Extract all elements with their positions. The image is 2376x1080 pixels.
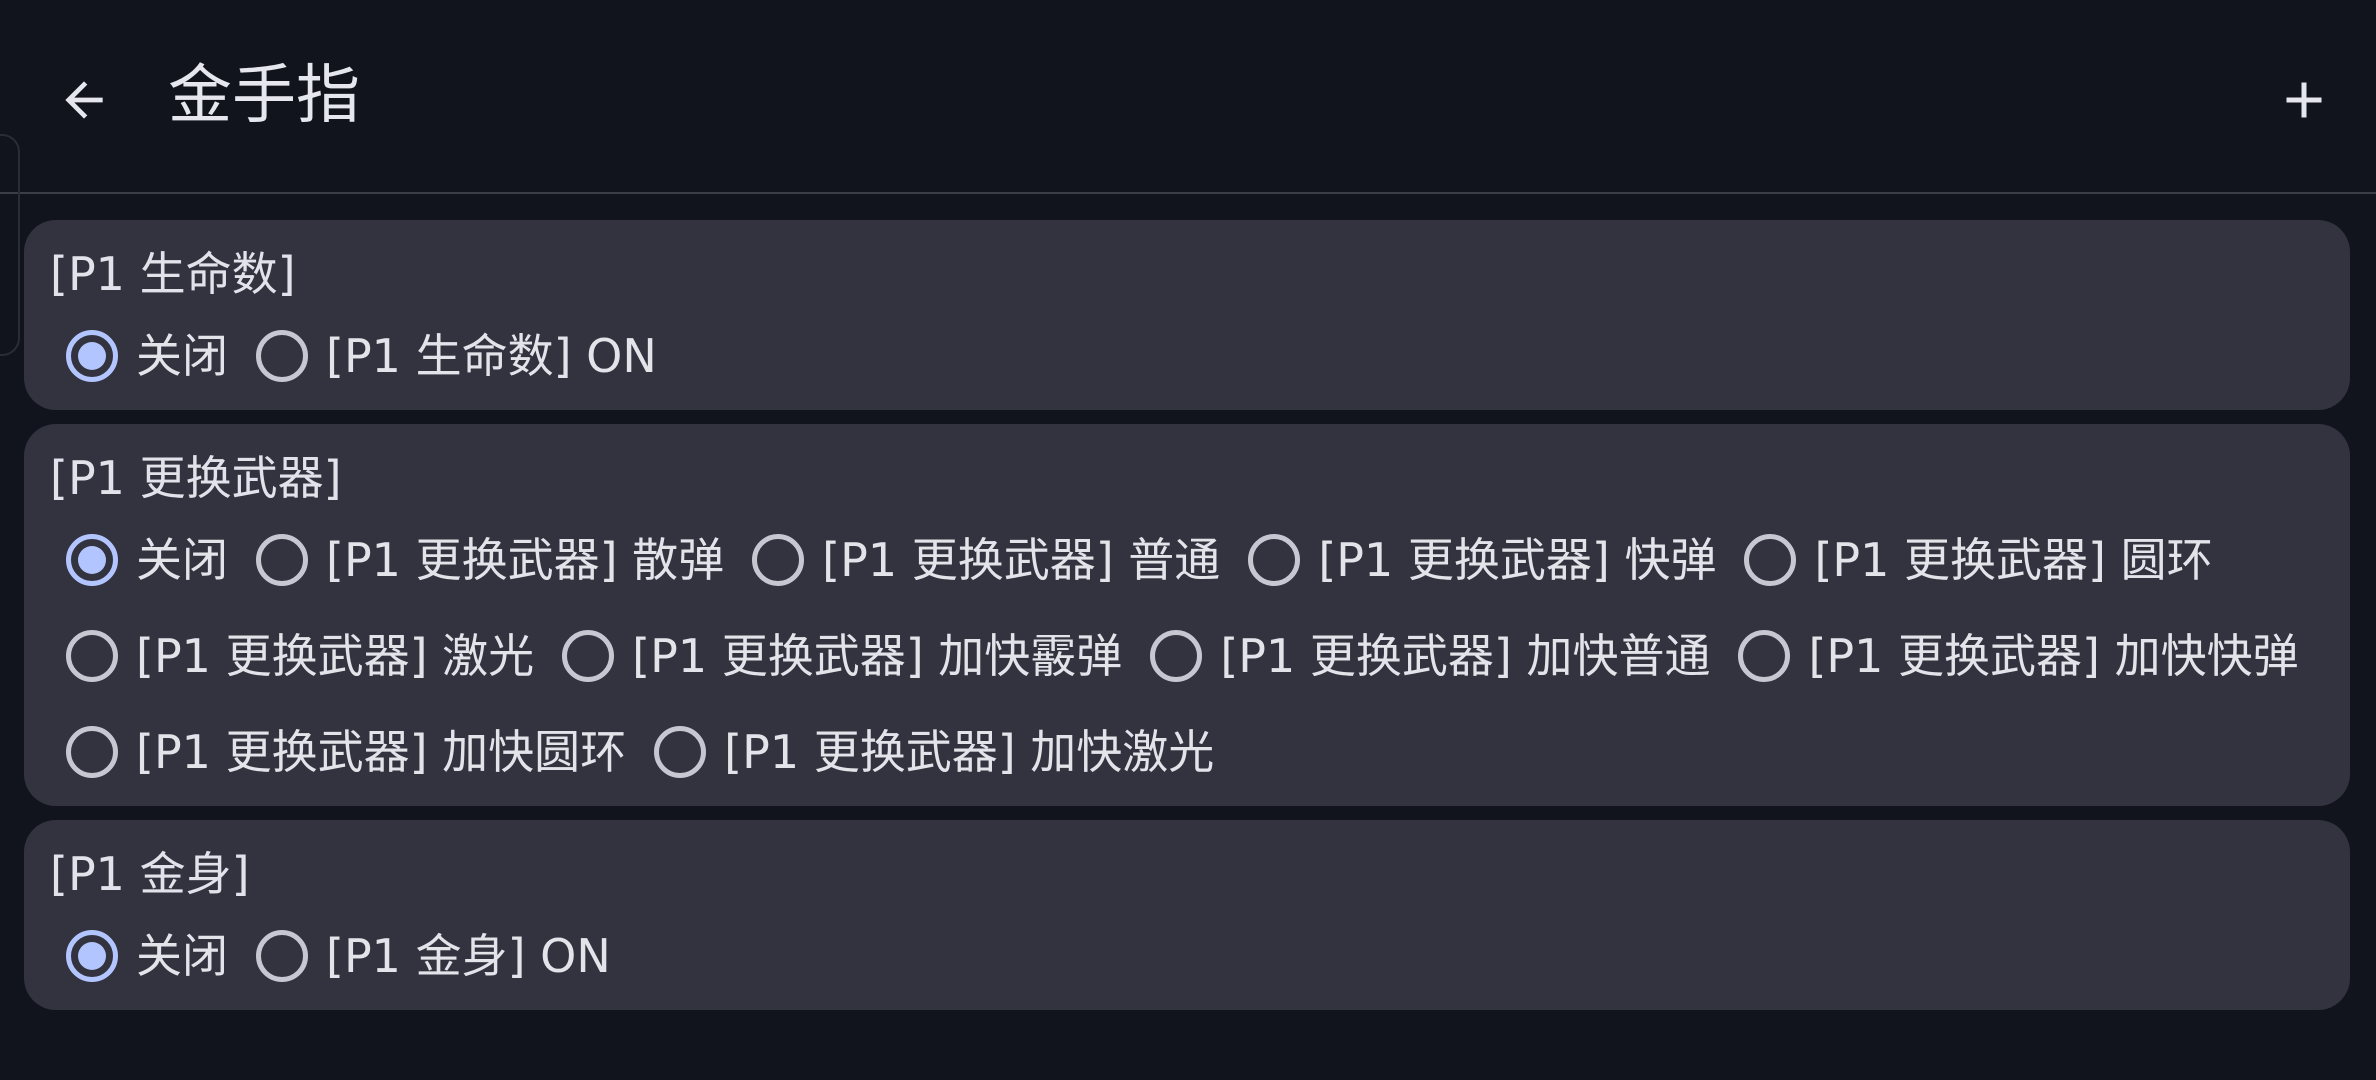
- cheat-options-radio-group: 关闭 [P1 生命数] ON: [50, 320, 2324, 392]
- cheat-title: [P1 更换武器]: [50, 451, 342, 505]
- cheat-option-label: [P1 更换武器] 加快激光: [724, 725, 1215, 779]
- add-cheat-button[interactable]: [2256, 52, 2352, 148]
- cheat-option-radio[interactable]: [P1 更换武器] 普通: [752, 524, 1220, 596]
- radio-unchecked-icon[interactable]: [256, 330, 308, 382]
- cheat-option-radio[interactable]: [P1 更换武器] 散弹: [256, 524, 724, 596]
- radio-checked-icon[interactable]: [66, 930, 118, 982]
- cheat-option-label: [P1 更换武器] 圆环: [1814, 533, 2213, 587]
- cheat-option-label: [P1 更换武器] 普通: [822, 533, 1221, 587]
- cheat-option-radio[interactable]: [P1 更换武器] 加快激光: [654, 716, 1214, 788]
- cheat-option-label: [P1 更换武器] 加快快弹: [1808, 629, 2299, 683]
- radio-dot: [78, 942, 106, 970]
- arrow-back-icon: [65, 81, 103, 119]
- cheat-option-radio[interactable]: [P1 金身] ON: [256, 920, 611, 992]
- cheat-option-label: [P1 生命数] ON: [326, 329, 657, 383]
- cheat-option-radio[interactable]: 关闭: [66, 320, 228, 392]
- cheat-option-radio[interactable]: [P1 更换武器] 加快霰弹: [562, 620, 1122, 692]
- cheat-title: [P1 生命数]: [50, 247, 296, 301]
- cheat-option-radio[interactable]: [P1 更换武器] 快弹: [1248, 524, 1716, 596]
- cheat-option-label: [P1 更换武器] 激光: [136, 629, 535, 683]
- cheat-option-radio[interactable]: [P1 更换武器] 激光: [66, 620, 534, 692]
- radio-unchecked-icon[interactable]: [654, 726, 707, 778]
- cheat-option-label: 关闭: [136, 329, 228, 383]
- cheat-option-label: [P1 金身] ON: [326, 929, 611, 983]
- page-title: 金手指: [168, 59, 360, 133]
- cheat-option-label: [P1 更换武器] 加快霰弹: [632, 629, 1123, 683]
- back-button[interactable]: [40, 56, 128, 144]
- radio-unchecked-icon[interactable]: [66, 726, 118, 778]
- radio-unchecked-icon[interactable]: [1744, 534, 1797, 586]
- cheat-option-label: [P1 更换武器] 快弹: [1318, 533, 1717, 587]
- radio-checked-icon[interactable]: [66, 330, 118, 382]
- cheat-option-radio[interactable]: [P1 更换武器] 圆环: [1744, 524, 2213, 596]
- cheat-option-label: [P1 更换武器] 加快普通: [1220, 629, 1711, 683]
- header-divider: [0, 192, 2376, 194]
- cheat-options-radio-group: 关闭 [P1 更换武器] 散弹 [P1 更换武器] 普通 [P1 更换武器] 快弹 [P…: [50, 524, 2324, 788]
- radio-unchecked-icon[interactable]: [1150, 630, 1203, 682]
- cheat-list: [P1 生命数] 关闭 [P1 生命数] ON [P1 更换武器] 关闭 [P1 更换武器…: [24, 220, 2350, 1056]
- radio-checked-icon[interactable]: [66, 534, 118, 586]
- cheat-option-radio[interactable]: [P1 更换武器] 加快圆环: [66, 716, 626, 788]
- radio-unchecked-icon[interactable]: [1738, 630, 1791, 682]
- radio-unchecked-icon[interactable]: [1248, 534, 1301, 586]
- radio-unchecked-icon[interactable]: [752, 534, 805, 586]
- cheat-option-radio[interactable]: [P1 更换武器] 加快快弹: [1738, 620, 2299, 692]
- edge-handle: [0, 134, 20, 356]
- cheat-option-radio[interactable]: 关闭: [66, 524, 228, 596]
- radio-unchecked-icon[interactable]: [562, 630, 615, 682]
- cheat-card: [P1 生命数] 关闭 [P1 生命数] ON: [24, 220, 2350, 410]
- radio-unchecked-icon[interactable]: [256, 930, 308, 982]
- cheat-option-radio[interactable]: [P1 生命数] ON: [256, 320, 657, 392]
- radio-dot: [78, 546, 106, 574]
- plus-icon: [2286, 82, 2322, 118]
- cheat-title: [P1 金身]: [50, 847, 250, 901]
- radio-dot: [78, 342, 106, 370]
- cheat-card: [P1 金身] 关闭 [P1 金身] ON: [24, 820, 2350, 1010]
- cheat-option-label: [P1 更换武器] 散弹: [326, 533, 725, 587]
- cheat-card: [P1 更换武器] 关闭 [P1 更换武器] 散弹 [P1 更换武器] 普通 [P1 更…: [24, 424, 2350, 806]
- cheat-option-radio[interactable]: 关闭: [66, 920, 228, 992]
- radio-unchecked-icon[interactable]: [66, 630, 118, 682]
- cheat-option-label: 关闭: [136, 533, 228, 587]
- radio-unchecked-icon[interactable]: [256, 534, 308, 586]
- cheat-option-label: 关闭: [136, 929, 228, 983]
- top-app-bar: 金手指: [0, 0, 2376, 192]
- cheat-option-label: [P1 更换武器] 加快圆环: [136, 725, 627, 779]
- cheat-options-radio-group: 关闭 [P1 金身] ON: [50, 920, 2324, 992]
- cheat-option-radio[interactable]: [P1 更换武器] 加快普通: [1150, 620, 1710, 692]
